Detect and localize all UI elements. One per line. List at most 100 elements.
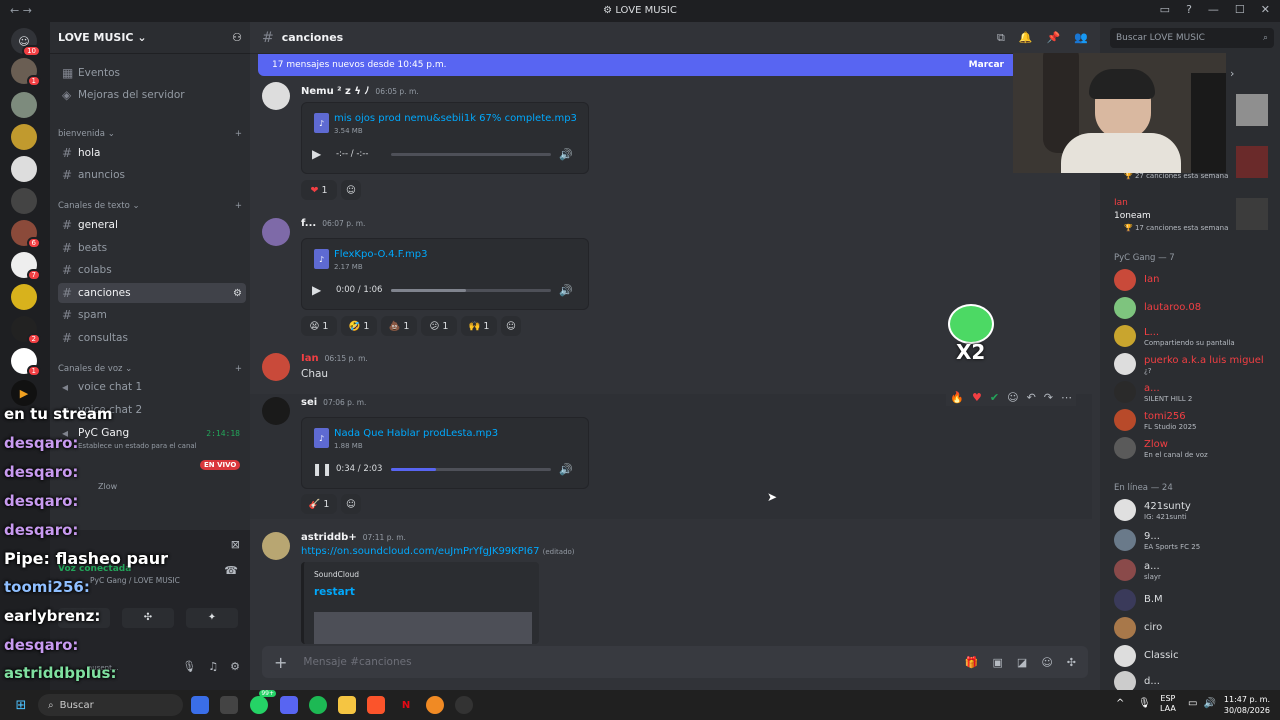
- server-icon[interactable]: 2: [11, 316, 41, 345]
- chevron-right-icon[interactable]: ›: [1230, 67, 1234, 80]
- play-icon[interactable]: ▶: [312, 283, 330, 297]
- settings-icon[interactable]: ⚙: [233, 288, 242, 299]
- voice-channel-1[interactable]: ◂ voice chat 1: [58, 377, 246, 397]
- channel-consultas[interactable]: # consultas: [58, 328, 246, 348]
- voice-disconnect-icon[interactable]: ⊠: [231, 538, 240, 551]
- add-channel-icon[interactable]: +: [235, 201, 242, 211]
- embed-title[interactable]: restart: [314, 586, 355, 598]
- soundboard-button[interactable]: ✦: [186, 608, 238, 628]
- help-icon[interactable]: ?: [1186, 3, 1192, 16]
- clock[interactable]: 11:47 p. m. 30/08/2026: [1224, 694, 1270, 716]
- category-voice-channels[interactable]: Canales de voz ⌄ +: [58, 364, 242, 374]
- member-item[interactable]: Ian: [1114, 268, 1274, 294]
- member-item[interactable]: B.M: [1114, 588, 1274, 614]
- fire-react-icon[interactable]: 🔥: [950, 391, 964, 404]
- add-reaction-button[interactable]: ☺: [341, 494, 361, 514]
- add-channel-icon[interactable]: +: [235, 129, 242, 139]
- seek-bar[interactable]: [391, 152, 551, 156]
- category-bienvenida[interactable]: bienvenida ⌄ +: [58, 129, 242, 139]
- pause-icon[interactable]: ❚❚: [312, 462, 332, 476]
- reaction[interactable]: 🤣 1: [341, 316, 377, 336]
- author-name[interactable]: sei: [301, 397, 317, 408]
- brave-icon[interactable]: [367, 696, 385, 714]
- file-name[interactable]: mis ojos prod nemu&sebii1k 67% complete.…: [334, 113, 577, 124]
- language-indicator[interactable]: ESP LAA: [1160, 694, 1176, 714]
- home-button[interactable]: ☺ 10: [11, 28, 41, 57]
- message-input[interactable]: Mensaje #canciones: [303, 656, 411, 668]
- whatsapp-icon[interactable]: 99+: [250, 690, 276, 714]
- reaction[interactable]: 🙌 1: [461, 316, 497, 336]
- avatar[interactable]: [262, 353, 290, 381]
- member-item[interactable]: ciro: [1114, 616, 1274, 642]
- server-icon[interactable]: 7: [11, 252, 41, 281]
- apps-icon[interactable]: ✣: [1067, 656, 1076, 669]
- system-tray[interactable]: ▭ 🔊: [1188, 698, 1216, 709]
- member-item[interactable]: a... slayr: [1114, 558, 1274, 584]
- widgets-icon[interactable]: [191, 696, 209, 714]
- check-react-icon[interactable]: ✔: [990, 391, 999, 404]
- author-name[interactable]: astriddb+: [301, 532, 357, 543]
- voice-user[interactable]: Zlow: [98, 482, 117, 491]
- server-icon[interactable]: ▶: [11, 380, 37, 406]
- member-item[interactable]: L... Compartiendo su pantalla: [1114, 324, 1274, 350]
- minimize-button[interactable]: —: [1208, 3, 1219, 16]
- gift-icon[interactable]: 🎁: [965, 656, 979, 669]
- gif-icon[interactable]: ▣: [993, 656, 1003, 669]
- server-icon[interactable]: 1: [11, 348, 41, 377]
- pin-icon[interactable]: 📌: [1047, 31, 1061, 45]
- new-messages-bar[interactable]: 17 mensajes nuevos desde 10:45 p.m. Marc…: [258, 54, 1018, 76]
- tray-chevron-icon[interactable]: ^: [1116, 698, 1124, 709]
- reaction[interactable]: 😫 1: [301, 316, 337, 336]
- author-name[interactable]: Nemu ² z ϟ ﾉ: [301, 86, 369, 97]
- author-name[interactable]: f...: [301, 218, 316, 229]
- netflix-icon[interactable]: N: [397, 696, 415, 714]
- volume-icon[interactable]: 🔊: [559, 463, 573, 476]
- member-item[interactable]: lautaroo.08: [1114, 296, 1274, 322]
- inbox-icon[interactable]: ▭: [1160, 3, 1170, 16]
- top-user-name[interactable]: 1oneam: [1114, 211, 1151, 221]
- user-settings-icon[interactable]: ⚙: [230, 660, 240, 673]
- guild-header[interactable]: LOVE MUSIC ⌄ ⚇: [50, 22, 250, 54]
- plus-icon[interactable]: +: [274, 653, 287, 672]
- server-icon[interactable]: 6: [11, 220, 41, 249]
- sidebar-item-boosts[interactable]: ◈ Mejoras del servidor: [58, 85, 246, 105]
- mic-tray-icon[interactable]: 🎙: [1138, 698, 1151, 709]
- avatar[interactable]: [262, 82, 290, 110]
- more-icon[interactable]: ⋯: [1061, 391, 1072, 404]
- member-item[interactable]: Zlow En el canal de voz: [1114, 436, 1274, 462]
- voice-channel-pyc-gang[interactable]: ◂ PyC Gang 2:14:18: [58, 423, 246, 443]
- obs-icon[interactable]: [455, 696, 473, 714]
- seek-bar[interactable]: [391, 467, 551, 471]
- channel-colabs[interactable]: # colabs: [58, 260, 246, 280]
- server-icon[interactable]: [11, 156, 37, 182]
- add-reaction-icon[interactable]: ☺: [1007, 391, 1018, 404]
- members-icon[interactable]: 👥: [1074, 31, 1088, 45]
- server-icon[interactable]: [11, 124, 37, 150]
- reaction[interactable]: ❤ 1: [301, 180, 337, 200]
- channel-canciones[interactable]: # canciones ⚙: [58, 283, 246, 303]
- embed-thumbnail[interactable]: [314, 612, 532, 644]
- volume-icon[interactable]: 🔊: [559, 148, 573, 161]
- maximize-button[interactable]: ☐: [1235, 3, 1245, 16]
- bell-icon[interactable]: 🔔: [1019, 31, 1033, 45]
- add-member-icon[interactable]: ⚇: [232, 31, 242, 44]
- sticker-icon[interactable]: ◪: [1017, 656, 1027, 669]
- member-item[interactable]: Classic: [1114, 644, 1274, 670]
- file-name[interactable]: FlexKpo-O.4.F.mp3: [334, 249, 427, 260]
- member-item[interactable]: 9... EA Sports FC 25: [1114, 528, 1274, 554]
- activity-thumbnail[interactable]: [1236, 146, 1268, 178]
- server-icon[interactable]: 1: [11, 58, 41, 87]
- add-reaction-button[interactable]: ☺: [341, 180, 361, 200]
- category-text-channels[interactable]: Canales de texto ⌄ +: [58, 201, 242, 211]
- activity-thumbnail[interactable]: [1236, 198, 1268, 230]
- reaction[interactable]: 💩 1: [381, 316, 417, 336]
- volume-icon[interactable]: 🔊: [559, 284, 573, 297]
- channel-hola[interactable]: # hola: [58, 143, 246, 163]
- search-input[interactable]: Buscar LOVE MUSIC ⌕: [1110, 28, 1274, 48]
- activity-thumbnail[interactable]: [1236, 94, 1268, 126]
- add-channel-icon[interactable]: +: [235, 364, 242, 374]
- member-item[interactable]: tomi256 FL Studio 2025: [1114, 408, 1274, 434]
- folder-icon[interactable]: [338, 696, 356, 714]
- file-name[interactable]: Nada Que Hablar prodLesta.mp3: [334, 428, 498, 439]
- member-item[interactable]: 421sunty IG: 421sunti: [1114, 498, 1274, 524]
